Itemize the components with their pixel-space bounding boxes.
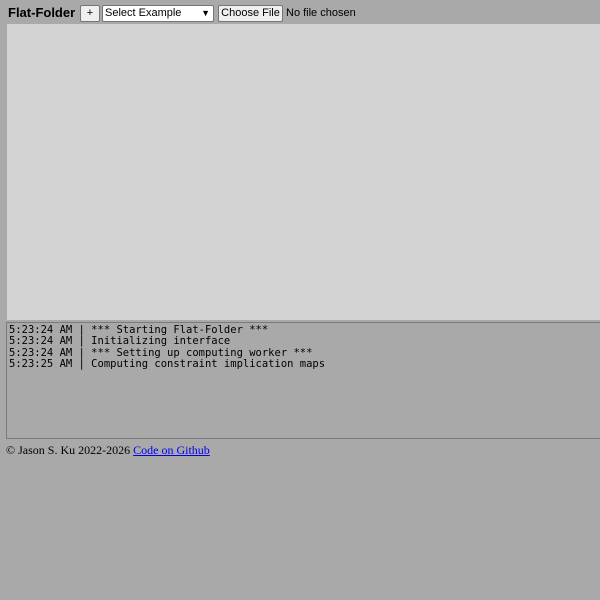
choose-file-button[interactable]: Choose File <box>218 5 283 22</box>
top-toolbar: Flat-Folder + Select Example ▼ Choose Fi… <box>0 0 600 24</box>
copyright-text: © Jason S. Ku 2022-2026 <box>6 443 131 457</box>
github-link[interactable]: Code on Github <box>133 443 210 457</box>
fold-canvas[interactable] <box>7 24 600 320</box>
log-line: 5:23:25 AM | Computing constraint implic… <box>9 357 326 370</box>
example-select[interactable]: Select Example ▼ <box>102 5 214 22</box>
log-panel[interactable]: 5:23:24 AM | *** Starting Flat-Folder **… <box>6 322 600 439</box>
add-button[interactable]: + <box>80 5 100 22</box>
footer: © Jason S. Ku 2022-2026 Code on Github <box>6 443 210 457</box>
file-status-text: No file chosen <box>286 7 356 19</box>
log-line: 5:23:24 AM | Initializing interface <box>9 335 231 348</box>
example-select-value: Select Example <box>105 7 182 19</box>
chevron-down-icon: ▼ <box>201 8 210 18</box>
app-title: Flat-Folder <box>8 5 76 20</box>
